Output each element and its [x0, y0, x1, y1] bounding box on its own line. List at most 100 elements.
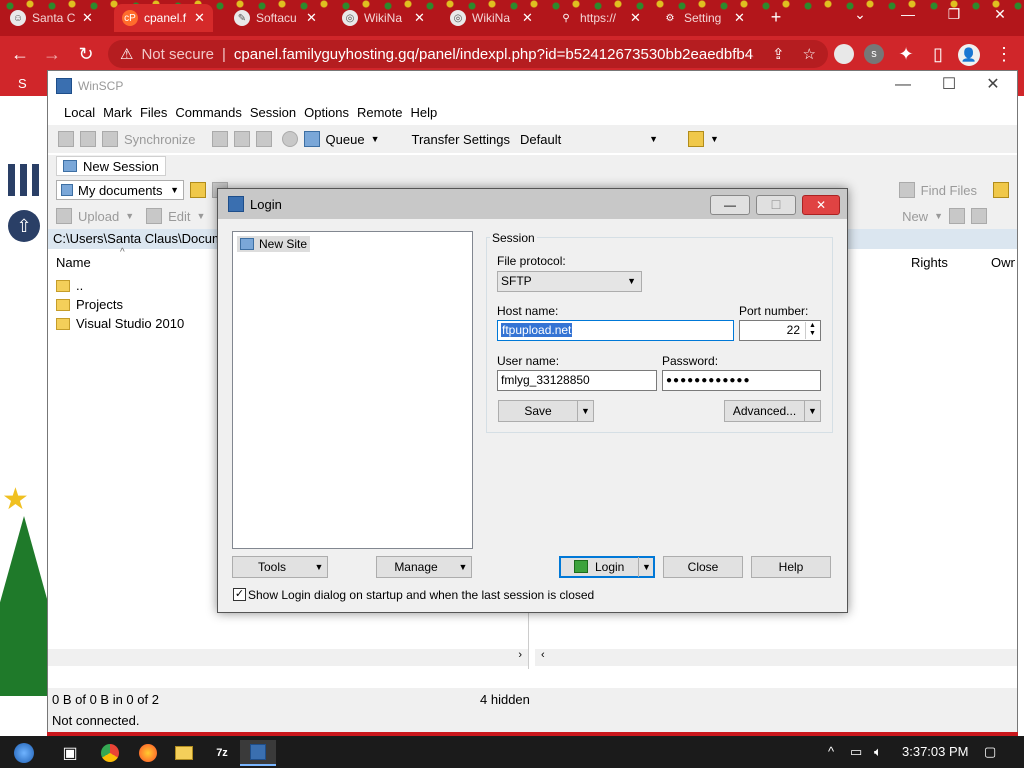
queue-button[interactable]: Queue — [326, 132, 365, 147]
menu-remote[interactable]: Remote — [353, 105, 407, 120]
not-secure-label[interactable]: Not secure — [141, 46, 214, 63]
upload-icon[interactable]: ⇧ — [8, 210, 40, 242]
horizontal-scrollbar[interactable]: ‹ — [535, 649, 1017, 666]
more-menu-icon[interactable]: ⋮ — [992, 42, 1016, 66]
warning-icon[interactable]: ⚠ — [120, 45, 133, 63]
list-item[interactable]: Projects — [56, 295, 123, 314]
extension-icon[interactable] — [834, 44, 854, 64]
maximize-button[interactable]: ❐ — [934, 6, 974, 28]
local-location-select[interactable]: My documents ▼ — [56, 180, 184, 200]
minimize-button[interactable]: — — [888, 6, 928, 28]
manage-button[interactable]: Manage ▼ — [376, 556, 472, 578]
open-folder-icon[interactable] — [190, 182, 206, 198]
firefox-icon[interactable] — [130, 740, 166, 766]
close-icon[interactable]: ✕ — [630, 10, 641, 26]
grid-icon[interactable] — [8, 164, 40, 196]
find-files-button[interactable]: Find Files — [921, 183, 977, 198]
close-icon[interactable]: ✕ — [414, 10, 425, 26]
show-login-label[interactable]: Show Login dialog on startup and when th… — [248, 588, 594, 602]
puzzle-icon[interactable]: ✦ — [894, 42, 918, 66]
chevron-down-icon[interactable]: ▼ — [125, 211, 134, 221]
chevron-down-icon[interactable]: ▼ — [311, 557, 327, 577]
close-icon[interactable]: ✕ — [306, 10, 317, 26]
edit-button[interactable]: Edit — [168, 209, 190, 224]
browser-tab[interactable]: ◎ WikiNa ✕ — [442, 4, 541, 32]
explorer-icon[interactable] — [166, 740, 202, 766]
new-session-tab[interactable]: New Session — [56, 156, 166, 176]
upload-button[interactable]: Upload — [78, 209, 119, 224]
edit-icon[interactable] — [146, 208, 163, 224]
menu-options[interactable]: Options — [300, 105, 353, 120]
port-number-field[interactable]: 22 ▲ ▼ — [739, 320, 821, 341]
notification-icon[interactable]: ▢ — [984, 744, 996, 760]
tree-icon[interactable] — [993, 182, 1009, 198]
synchronize-dirs-icon[interactable] — [80, 131, 96, 147]
url-text[interactable]: cpanel.familyguyhosting.gq/panel/indexpl… — [234, 46, 754, 63]
maximize-button[interactable]: ☐ — [926, 71, 972, 99]
transfer-settings-select[interactable]: Default ▼ — [516, 129, 665, 149]
share-icon[interactable]: ⇪ — [772, 45, 785, 63]
list-item[interactable]: Visual Studio 2010 — [56, 314, 184, 333]
filter-icon[interactable] — [971, 208, 987, 224]
spinner-icon[interactable]: ▲ ▼ — [805, 322, 819, 339]
reload-icon[interactable]: ↻ — [74, 42, 98, 66]
browser-tab[interactable]: ◎ WikiNa ✕ — [334, 4, 433, 32]
side-panel-icon[interactable]: ▯ — [926, 42, 950, 66]
chevron-left-icon[interactable]: ‹ — [541, 649, 545, 661]
help-button[interactable]: Help — [751, 556, 831, 578]
preferences-icon[interactable] — [255, 131, 272, 147]
close-window-button[interactable]: ✕ — [980, 6, 1020, 28]
column-name-header[interactable]: Name — [56, 253, 91, 273]
close-icon[interactable]: ✕ — [82, 10, 93, 26]
back-arrow-icon[interactable]: ← — [8, 42, 32, 66]
close-icon[interactable]: ✕ — [194, 10, 205, 26]
chevron-down-icon[interactable]: ▼ — [804, 401, 820, 421]
save-button[interactable]: Save ▼ — [498, 400, 594, 422]
putty-icon[interactable] — [233, 131, 250, 147]
browser-tab[interactable]: ✎ Softacu ✕ — [226, 4, 325, 32]
column-rights-header[interactable]: Rights — [911, 253, 948, 273]
chevron-right-icon[interactable]: › — [518, 649, 522, 661]
close-button[interactable]: ✕ — [802, 195, 840, 215]
chevron-down-icon[interactable]: ▼ — [638, 557, 654, 577]
close-button[interactable]: ✕ — [970, 71, 1016, 99]
chevron-down-icon[interactable]: ▼ — [197, 211, 206, 221]
profile-avatar[interactable]: 👤 — [958, 44, 980, 66]
password-field[interactable]: ●●●●●●●●●●●● — [662, 370, 821, 391]
browser-tab-active[interactable]: cP cpanel.f ✕ — [114, 4, 213, 32]
chevron-down-icon[interactable]: ▼ — [934, 211, 943, 221]
chevron-down-icon[interactable]: ▼ — [710, 134, 719, 144]
horizontal-scrollbar[interactable]: › — [48, 649, 528, 666]
list-item[interactable]: .. — [56, 276, 83, 295]
host-name-field[interactable]: ftpupload.net — [497, 320, 734, 341]
chevron-down-icon[interactable]: ▼ — [455, 557, 471, 577]
select-all-icon[interactable] — [949, 208, 965, 224]
7zip-icon[interactable]: 7z — [204, 740, 240, 766]
menu-commands[interactable]: Commands — [171, 105, 245, 120]
menu-mark[interactable]: Mark — [99, 105, 136, 120]
start-icon[interactable] — [6, 740, 42, 766]
chrome-icon[interactable] — [92, 740, 128, 766]
maximize-button[interactable]: ☐ — [756, 195, 796, 215]
user-name-field[interactable]: fmlyg_33128850 — [497, 370, 657, 391]
new-tab-button[interactable]: + — [764, 5, 788, 29]
forward-arrow-icon[interactable]: → — [40, 42, 64, 66]
browser-tab[interactable]: ⚲ https:// ✕ — [550, 4, 649, 32]
chevron-up-icon[interactable]: ^ — [828, 744, 834, 759]
chevron-down-icon[interactable]: ▼ — [577, 401, 593, 421]
upload-icon[interactable] — [56, 208, 72, 224]
new-button[interactable]: New — [902, 209, 928, 224]
sync-browse-icon[interactable] — [688, 131, 705, 147]
bookmark-star-icon[interactable]: ☆ — [803, 45, 816, 63]
address-bar[interactable]: ⚠ Not secure | cpanel.familyguyhosting.g… — [108, 40, 828, 68]
console-icon[interactable] — [211, 131, 228, 147]
synchronize-icon[interactable] — [102, 131, 118, 147]
search-icon[interactable] — [898, 182, 915, 198]
site-tree[interactable]: New Site — [232, 231, 473, 549]
show-login-checkbox[interactable]: ✓ — [233, 588, 246, 601]
extension-s-icon[interactable]: s — [864, 44, 884, 64]
advanced-button[interactable]: Advanced... ▼ — [724, 400, 821, 422]
menu-local[interactable]: Local — [60, 105, 99, 120]
menu-files[interactable]: Files — [136, 105, 171, 120]
menu-help[interactable]: Help — [406, 105, 441, 120]
